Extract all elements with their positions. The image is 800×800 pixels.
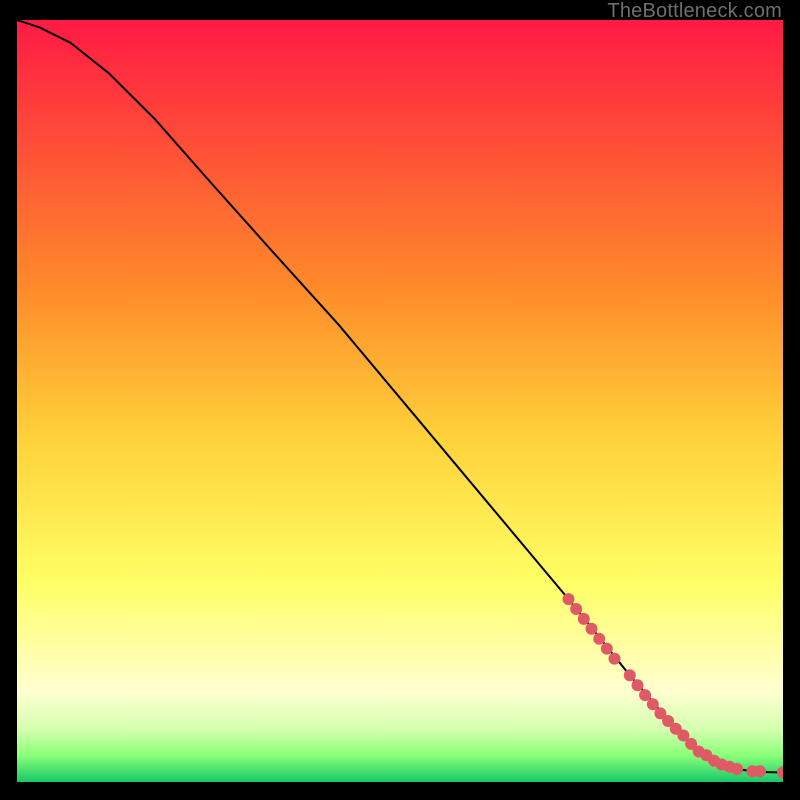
data-point <box>624 669 636 681</box>
gradient-background <box>17 20 783 782</box>
bottleneck-chart <box>17 20 783 782</box>
data-point <box>578 613 590 625</box>
data-point <box>632 679 644 691</box>
data-point <box>754 765 766 777</box>
data-point <box>563 593 575 605</box>
data-point <box>731 763 743 775</box>
data-point <box>586 623 598 635</box>
data-point <box>570 603 582 615</box>
data-point <box>601 643 613 655</box>
data-point <box>639 689 651 701</box>
data-point <box>609 653 621 665</box>
data-point <box>593 633 605 645</box>
plot-area <box>17 20 783 782</box>
chart-frame: TheBottleneck.com <box>0 0 800 800</box>
